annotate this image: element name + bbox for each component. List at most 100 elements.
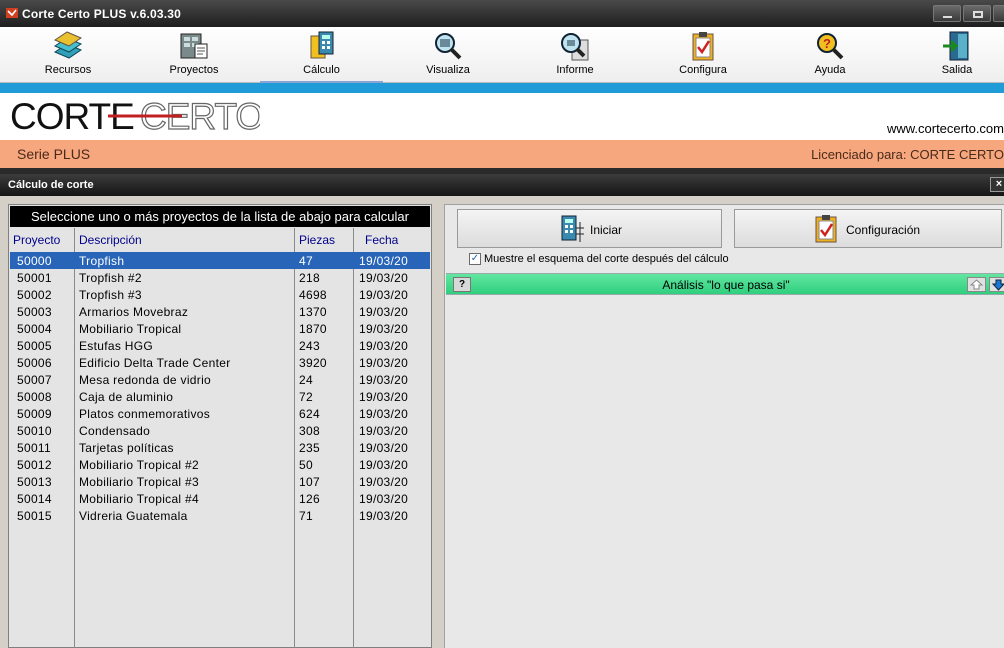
minimize-button[interactable]	[933, 5, 961, 22]
accent-bar	[0, 83, 1004, 93]
list-instruction: Seleccione uno o más proyectos de la lis…	[10, 206, 430, 227]
help-icon: ?	[817, 33, 844, 60]
cell-fecha: 19/03/20	[359, 458, 409, 472]
calculation-actions-panel: Iniciar Configuración ✓ Muestre el esque…	[444, 204, 1004, 648]
table-row[interactable]: 50010 Condensado 308 19/03/20	[10, 422, 430, 439]
cell-descripcion: Mobiliario Tropical #2	[79, 458, 199, 472]
column-header-descripcion[interactable]: Descripción	[79, 233, 142, 247]
close-panel-button[interactable]: ×	[990, 177, 1004, 192]
toolbar-informe[interactable]: Informe	[524, 27, 626, 81]
table-row[interactable]: 50005 Estufas HGG 243 19/03/20	[10, 337, 430, 354]
toolbar-label: Ayuda	[814, 64, 846, 76]
clipboard-check-icon	[692, 32, 714, 61]
cell-proyecto: 50000	[17, 254, 52, 268]
toolbar-label: Configura	[679, 64, 727, 76]
cell-proyecto: 50012	[17, 458, 52, 472]
toolbar-recursos[interactable]: Recursos	[17, 27, 119, 81]
serie-label: Serie PLUS	[17, 146, 91, 162]
table-row[interactable]: 50015 Vidreria Guatemala 71 19/03/20	[10, 507, 430, 524]
maximize-button[interactable]	[963, 5, 991, 22]
whatif-analysis-bar[interactable]: ? Análisis "lo que pasa si"	[446, 273, 1004, 295]
start-label: Iniciar	[590, 223, 623, 237]
show-scheme-label: Muestre el esquema del corte después del…	[484, 253, 729, 265]
cell-descripcion: Mesa redonda de vidrio	[79, 373, 212, 387]
cell-proyecto: 50005	[17, 339, 52, 353]
toolbar-ayuda[interactable]: ? Ayuda	[779, 27, 881, 81]
cell-fecha: 19/03/20	[359, 441, 409, 455]
report-icon	[561, 33, 589, 61]
table-row[interactable]: 50000 Tropfish 47 19/03/20	[10, 252, 430, 269]
cell-piezas: 72	[299, 390, 313, 404]
cell-proyecto: 50010	[17, 424, 52, 438]
cell-proyecto: 50001	[17, 271, 52, 285]
table-row[interactable]: 50014 Mobiliario Tropical #4 126 19/03/20	[10, 490, 430, 507]
cell-fecha: 19/03/20	[359, 390, 409, 404]
cell-fecha: 19/03/20	[359, 356, 409, 370]
cell-piezas: 50	[299, 458, 313, 472]
cell-proyecto: 50008	[17, 390, 52, 404]
cell-descripcion: Vidreria Guatemala	[79, 509, 188, 523]
cell-fecha: 19/03/20	[359, 305, 409, 319]
table-row[interactable]: 50012 Mobiliario Tropical #2 50 19/03/20	[10, 456, 430, 473]
table-row[interactable]: 50008 Caja de aluminio 72 19/03/20	[10, 388, 430, 405]
table-row[interactable]: 50011 Tarjetas políticas 235 19/03/20	[10, 439, 430, 456]
toolbar-configura[interactable]: Configura	[652, 27, 754, 81]
cell-proyecto: 50009	[17, 407, 52, 421]
cell-fecha: 19/03/20	[359, 373, 409, 387]
start-calculation-button[interactable]: Iniciar	[457, 209, 722, 248]
cell-piezas: 624	[299, 407, 320, 421]
table-row[interactable]: 50006 Edificio Delta Trade Center 3920 19/0…	[10, 354, 430, 371]
cell-piezas: 3920	[299, 356, 327, 370]
toolbar-calculo[interactable]: Cálculo	[260, 27, 383, 83]
configuration-label: Configuración	[846, 223, 921, 237]
table-row[interactable]: 50002 Tropfish #3 4698 19/03/20	[10, 286, 430, 303]
app-logo-icon	[6, 8, 18, 18]
arrow-up-icon	[969, 279, 984, 290]
whatif-label: Análisis "lo que pasa si"	[662, 278, 790, 292]
toolbar-proyectos[interactable]: Proyectos	[143, 27, 245, 81]
cell-proyecto: 50004	[17, 322, 52, 336]
table-row[interactable]: 50009 Platos conmemorativos 624 19/03/20	[10, 405, 430, 422]
projects-icon	[180, 33, 208, 59]
table-row[interactable]: 50003 Armarios Movebraz 1370 19/03/20	[10, 303, 430, 320]
toolbar-label: Recursos	[44, 64, 92, 76]
cell-descripcion: Armarios Movebraz	[79, 305, 189, 319]
column-header-fecha[interactable]: Fecha	[365, 233, 398, 247]
cell-proyecto: 50003	[17, 305, 52, 319]
configuration-button[interactable]: Configuración	[734, 209, 1002, 248]
toolbar-visualiza[interactable]: Visualiza	[397, 27, 499, 81]
table-row[interactable]: 50004 Mobiliario Tropical 1870 19/03/20	[10, 320, 430, 337]
table-row[interactable]: 50007 Mesa redonda de vidrio 24 19/03/20	[10, 371, 430, 388]
table-row[interactable]: 50013 Mobiliario Tropical #3 107 19/03/20	[10, 473, 430, 490]
cell-fecha: 19/03/20	[359, 322, 409, 336]
cell-proyecto: 50002	[17, 288, 52, 302]
clipboard-check-icon	[815, 215, 837, 243]
column-header-piezas[interactable]: Piezas	[299, 233, 335, 247]
cell-fecha: 19/03/20	[359, 407, 409, 421]
svg-text:?: ?	[823, 36, 831, 51]
cell-fecha: 19/03/20	[359, 254, 409, 268]
toolbar-label: Cálculo	[303, 64, 340, 76]
calculator-icon	[561, 215, 584, 242]
project-list-panel: Seleccione uno o más proyectos de la lis…	[8, 204, 432, 648]
cell-proyecto: 50006	[17, 356, 52, 370]
cell-piezas: 243	[299, 339, 320, 353]
cell-proyecto: 50007	[17, 373, 52, 387]
calculation-icon	[310, 31, 333, 59]
cell-piezas: 47	[299, 254, 313, 268]
table-row[interactable]: 50001 Tropfish #2 218 19/03/20	[10, 269, 430, 286]
cell-piezas: 71	[299, 509, 313, 523]
column-header-proyecto[interactable]: Proyecto	[13, 233, 60, 247]
toolbar-salida[interactable]: Salida	[906, 27, 1004, 81]
window-close-button[interactable]	[993, 5, 1004, 22]
expand-down-button[interactable]	[989, 277, 1004, 292]
toolbar-label: Proyectos	[169, 64, 219, 76]
brand-banner: CORTE CERTO www.cortecerto.com	[0, 93, 1004, 140]
cell-piezas: 107	[299, 475, 320, 489]
panel-titlebar: Cálculo de corte ×	[0, 174, 1004, 196]
cell-fecha: 19/03/20	[359, 339, 409, 353]
licensed-to-label: Licenciado para: CORTE CERTO	[811, 147, 1004, 162]
cell-fecha: 19/03/20	[359, 509, 409, 523]
collapse-up-button[interactable]	[967, 277, 986, 292]
show-scheme-checkbox[interactable]: ✓	[469, 253, 481, 265]
